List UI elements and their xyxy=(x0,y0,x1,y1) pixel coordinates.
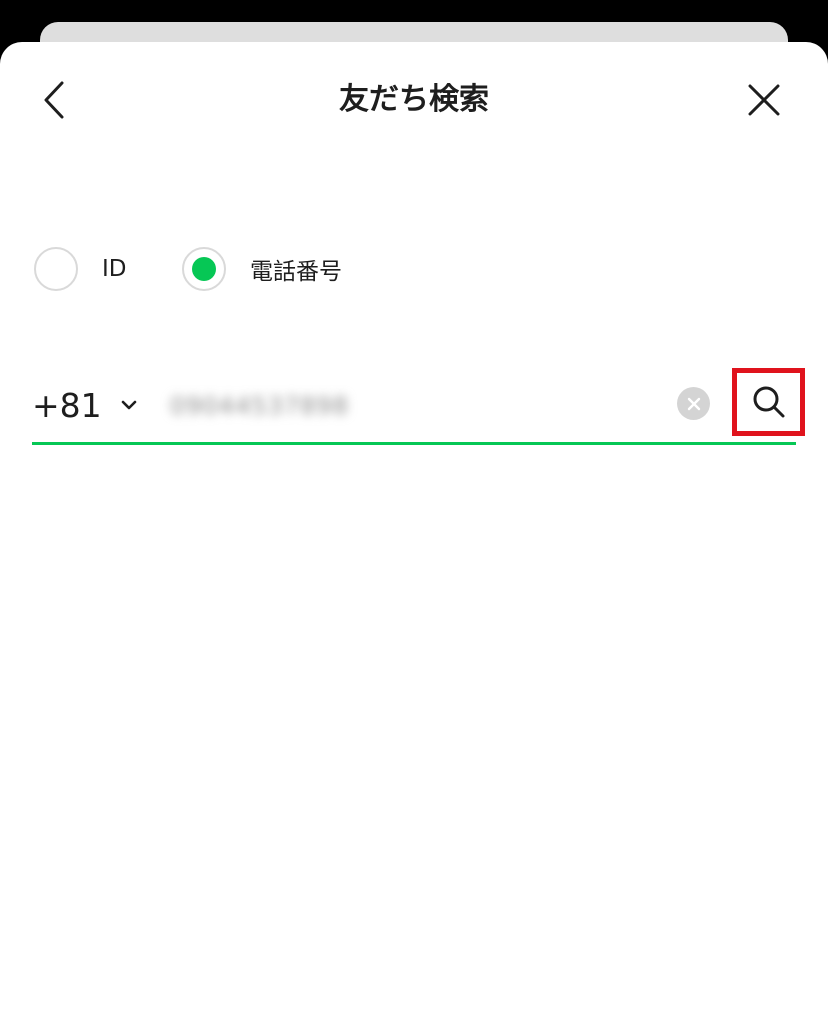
friend-search-sheet: 友だち検索 ID 電話番号 +81 xyxy=(0,42,828,1035)
radio-label-id: ID xyxy=(102,256,127,282)
radio-selected-dot xyxy=(192,257,216,281)
input-underline xyxy=(32,442,796,445)
page-title: 友だち検索 xyxy=(339,82,489,117)
search-icon xyxy=(753,386,784,418)
radio-option-phone-number[interactable]: 電話番号 xyxy=(182,245,342,293)
radio-label-phone-number: 電話番号 xyxy=(250,259,342,285)
clear-icon xyxy=(687,397,700,410)
country-code-value: +81 xyxy=(32,385,102,425)
phone-number-input[interactable] xyxy=(170,382,490,430)
country-code-selector[interactable]: +81 xyxy=(32,380,138,430)
radio-option-id[interactable]: ID xyxy=(34,245,127,293)
chevron-down-icon xyxy=(120,399,138,411)
close-button[interactable] xyxy=(740,76,788,124)
search-button[interactable] xyxy=(732,368,805,436)
radio-button-unselected[interactable] xyxy=(34,247,78,291)
close-icon xyxy=(748,84,780,116)
radio-button-selected[interactable] xyxy=(182,247,226,291)
clear-input-button[interactable] xyxy=(677,387,710,420)
